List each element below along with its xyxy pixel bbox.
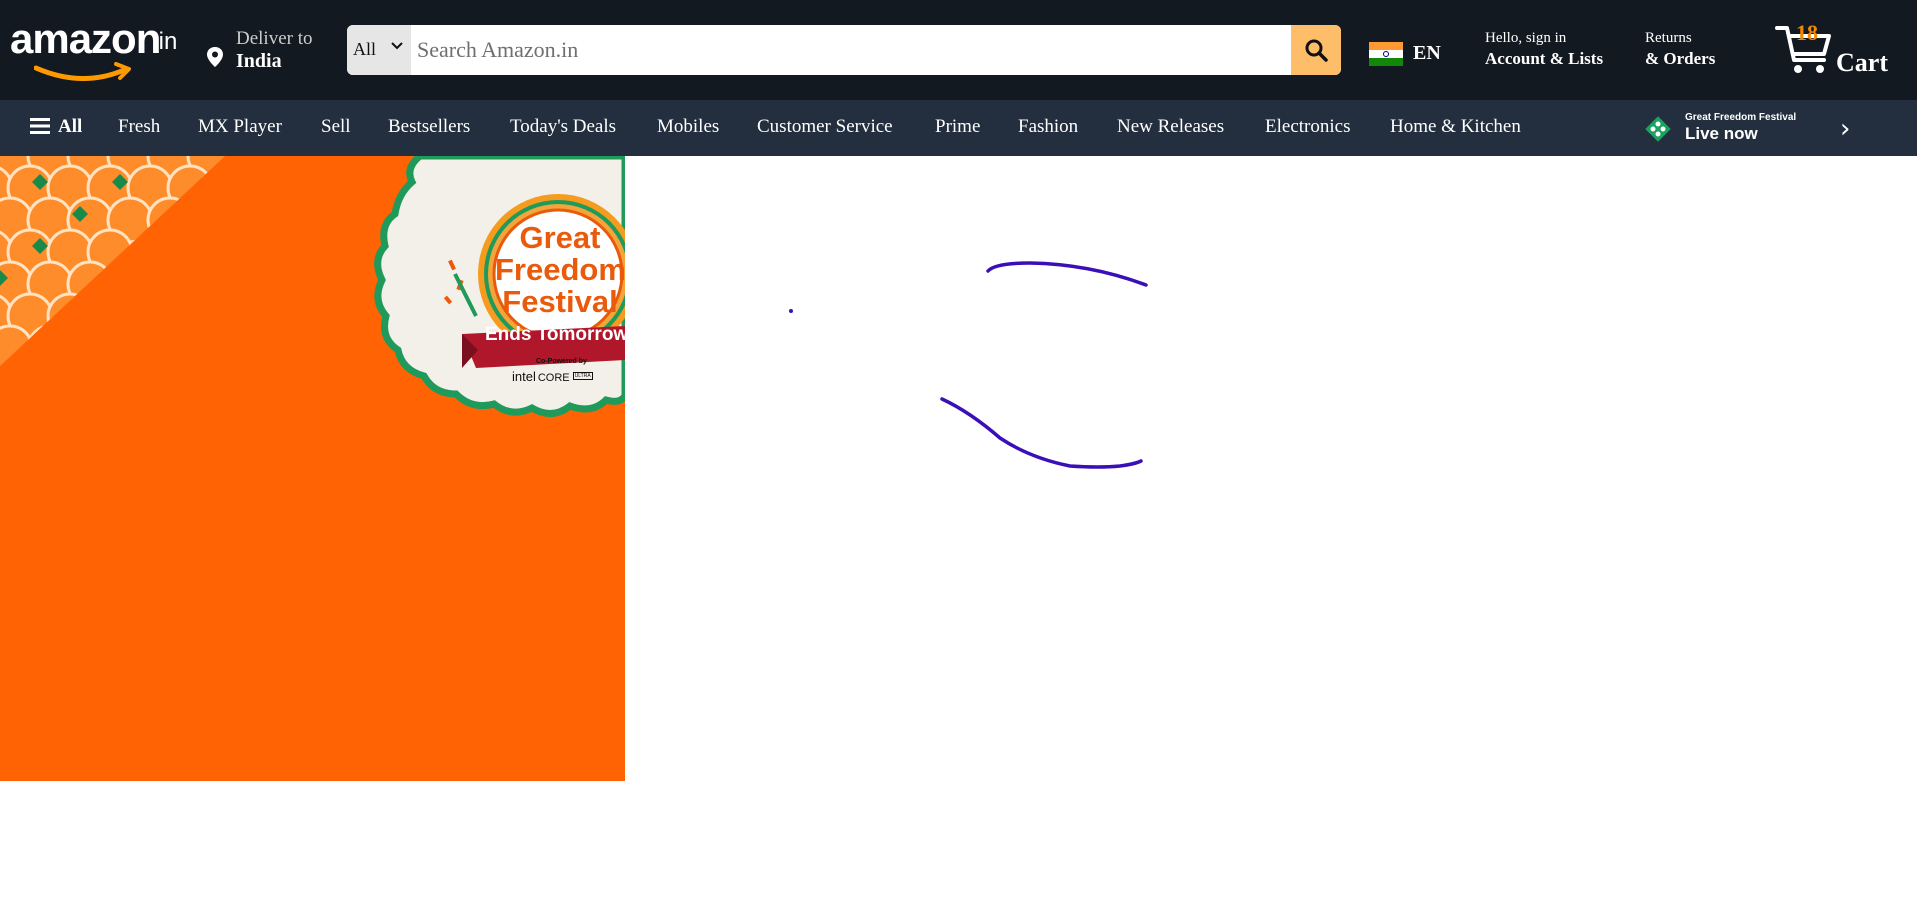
- nav-promo-great-freedom-festival[interactable]: Great Freedom Festival Live now: [1645, 110, 1845, 146]
- sponsor-product: CORE: [537, 372, 570, 384]
- nav-bar: All Fresh MX Player Sell Bestsellers Tod…: [0, 100, 1917, 156]
- nav-all-menu[interactable]: All: [30, 116, 82, 138]
- nav-item-mobiles[interactable]: Mobiles: [657, 116, 719, 138]
- logo-smile-icon: [34, 62, 131, 81]
- copowered-label: Co-Powered by: [536, 358, 587, 365]
- festival-title-line1: Great: [519, 220, 601, 255]
- logo-wordmark: amazon: [10, 15, 161, 62]
- deliver-label: Deliver to: [236, 28, 313, 49]
- cart-label: Cart: [1836, 48, 1888, 77]
- promo-status: Live now: [1685, 124, 1758, 143]
- festival-badge: Great Freedom Festival Ends Tomorrow Co-…: [380, 156, 625, 456]
- festival-ribbon-text: Ends Tomorrow: [485, 324, 625, 345]
- search-input[interactable]: [411, 25, 1277, 75]
- nav-item-sell[interactable]: Sell: [321, 116, 351, 138]
- deliver-to-location[interactable]: Deliver to India: [206, 26, 326, 76]
- hamburger-menu-icon: [30, 117, 50, 134]
- account-greeting: Hello, sign in: [1485, 30, 1567, 46]
- festival-title-line2: Freedom: [495, 252, 625, 287]
- cart-count: 18: [1796, 20, 1818, 45]
- search-category-value: All: [353, 39, 377, 59]
- india-flag-icon: [1369, 42, 1403, 66]
- location-pin-icon: [207, 47, 223, 67]
- sponsor-name: intel: [512, 369, 536, 384]
- nav-item-bestsellers[interactable]: Bestsellers: [388, 116, 470, 138]
- festival-badge-icon: [1645, 116, 1671, 142]
- festival-title-line3: Festival: [502, 284, 618, 319]
- nav-item-fresh[interactable]: Fresh: [118, 116, 160, 138]
- top-header: amazon .in Deliver to India All Search A…: [0, 0, 1917, 100]
- nav-item-mx-player[interactable]: MX Player: [198, 116, 282, 138]
- orders-label: & Orders: [1645, 49, 1716, 68]
- search-icon: [1305, 39, 1328, 62]
- deliver-location: India: [236, 50, 282, 72]
- cart-button[interactable]: 18 Cart: [1774, 18, 1904, 82]
- nav-next-arrow-icon[interactable]: ›: [1840, 114, 1850, 144]
- promo-title: Great Freedom Festival: [1685, 112, 1797, 123]
- nav-item-fashion[interactable]: Fashion: [1018, 116, 1078, 138]
- nav-item-electronics[interactable]: Electronics: [1265, 116, 1350, 138]
- account-and-lists[interactable]: Hello, sign in Account & Lists: [1485, 30, 1635, 69]
- search-bar: All: [347, 25, 1341, 75]
- festival-banner[interactable]: Great Freedom Festival Ends Tomorrow Co-…: [0, 156, 625, 781]
- intel-core-ultra-logo: intel CORE ULTRA: [512, 369, 593, 384]
- language-code: EN: [1413, 42, 1441, 64]
- nav-all-label: All: [58, 116, 83, 137]
- returns-and-orders[interactable]: Returns & Orders: [1645, 30, 1745, 69]
- nav-item-customer-service[interactable]: Customer Service: [757, 116, 893, 138]
- returns-label: Returns: [1645, 30, 1692, 46]
- amazon-logo[interactable]: amazon .in: [10, 15, 190, 81]
- language-selector[interactable]: EN: [1369, 40, 1449, 70]
- search-category-select[interactable]: All: [347, 25, 411, 75]
- nav-item-new-releases[interactable]: New Releases: [1117, 116, 1224, 138]
- account-label: Account & Lists: [1485, 49, 1604, 68]
- nav-item-todays-deals[interactable]: Today's Deals: [510, 116, 616, 138]
- nav-item-home-kitchen[interactable]: Home & Kitchen: [1390, 116, 1521, 138]
- nav-item-prime[interactable]: Prime: [935, 116, 980, 138]
- logo-tld: .in: [152, 28, 178, 55]
- search-button[interactable]: [1291, 25, 1341, 75]
- chevron-down-icon: [391, 42, 403, 50]
- sponsor-tier: ULTRA: [572, 371, 593, 380]
